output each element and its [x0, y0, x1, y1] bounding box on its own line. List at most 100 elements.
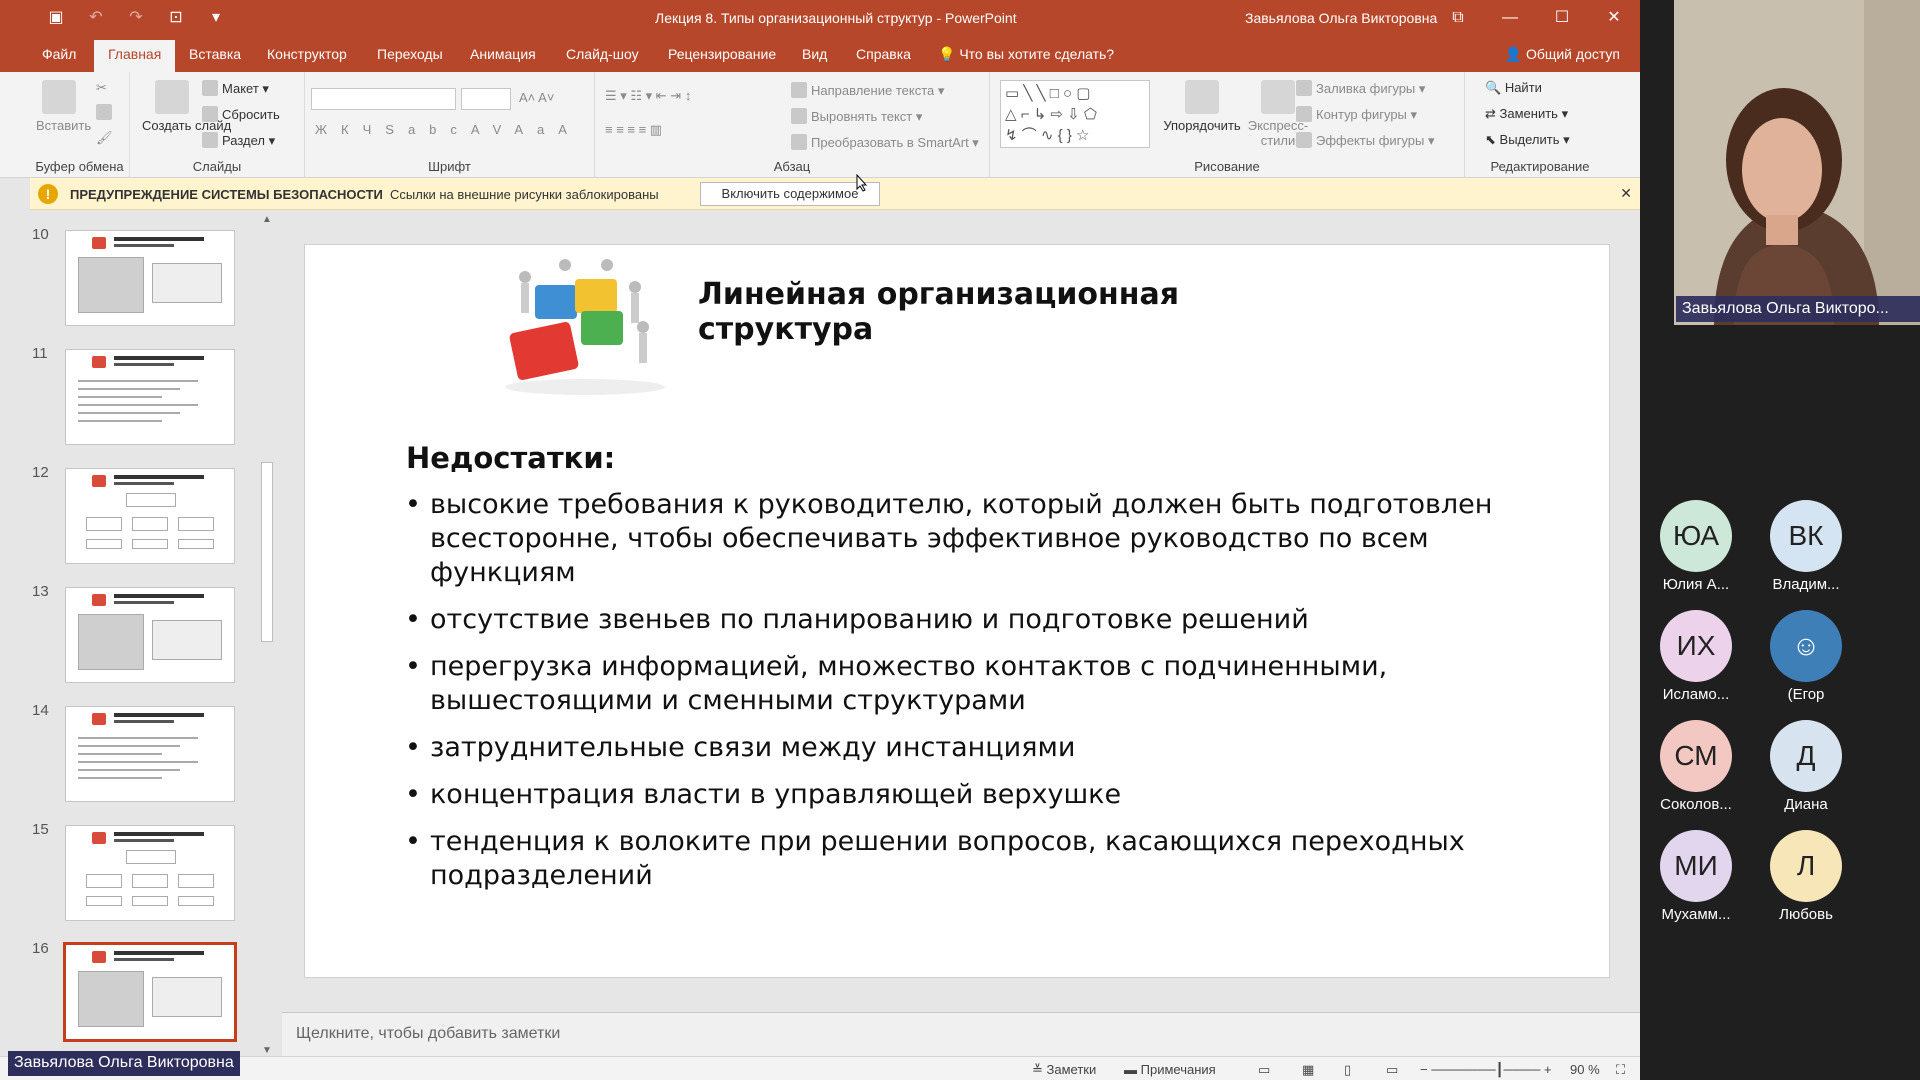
ribbon-display-options-icon[interactable]: ⧉	[1432, 0, 1484, 36]
tab-review[interactable]: Рецензирование	[668, 46, 776, 62]
underline-button[interactable]: Ч	[363, 122, 386, 137]
slideshow-view-icon[interactable]: ▭	[1386, 1062, 1398, 1078]
normal-view-icon[interactable]: ▭	[1258, 1062, 1270, 1078]
italic-button[interactable]: К	[341, 122, 363, 137]
shapes-gallery[interactable]: ▭ ╲ ╲ □ ○ ▢ △ ⌐ ↳ ⇨ ⇩ ⬠ ↯ ⌒ ∿ { } ☆	[1000, 80, 1150, 148]
tab-file[interactable]: Файл	[42, 46, 76, 62]
participant-tile[interactable]: ИХ Исламо...	[1641, 610, 1751, 710]
slide-thumbnail-preview[interactable]	[65, 349, 235, 445]
grow-font-icon[interactable]: A˄ A˅	[519, 90, 554, 105]
spacing-button[interactable]: AV	[471, 122, 514, 137]
new-slide-button[interactable]: Создать слайд	[142, 80, 231, 133]
tab-slideshow[interactable]: Слайд-шоу	[566, 46, 639, 62]
tell-me-search[interactable]: 💡 Что вы хотите сделать?	[938, 46, 1114, 63]
slide-title[interactable]: Линейная организационная структура	[698, 277, 1258, 347]
zoom-level[interactable]: 90 %	[1570, 1062, 1600, 1077]
section-button[interactable]: Раздел ▾	[202, 132, 275, 149]
bold-button[interactable]: Ж	[315, 122, 341, 137]
copy-icon[interactable]	[96, 104, 116, 120]
redo-icon[interactable]: ↷	[126, 8, 146, 28]
tab-design[interactable]: Конструктор	[267, 46, 347, 62]
close-icon[interactable]: ✕	[1588, 0, 1640, 36]
speaker-video[interactable]	[1674, 0, 1920, 325]
tab-animations[interactable]: Анимация	[470, 46, 536, 62]
customize-qat-icon[interactable]: ▾	[206, 8, 226, 28]
tab-view[interactable]: Вид	[802, 46, 827, 62]
slide-thumbnail[interactable]: 11	[30, 339, 276, 451]
current-slide[interactable]: Линейная организационная структура Недос…	[304, 244, 1610, 978]
slide-thumbnail-preview[interactable]	[65, 468, 235, 564]
smartart-button[interactable]: Преобразовать в SmartArt ▾	[791, 134, 979, 151]
layout-button[interactable]: Макет ▾	[202, 80, 269, 97]
cut-icon[interactable]: ✂	[96, 80, 107, 96]
tab-help[interactable]: Справка	[856, 46, 911, 62]
account-name[interactable]: Завьялова Ольга Викторовна	[1245, 10, 1437, 26]
scroll-down-icon[interactable]: ▼	[261, 1045, 273, 1056]
shadow-button[interactable]: S	[385, 122, 408, 137]
fit-slide-icon[interactable]: ⛶	[1616, 1062, 1625, 1078]
font-family-field[interactable]	[311, 88, 456, 110]
enable-content-button[interactable]: Включить содержимое	[700, 182, 880, 206]
maximize-icon[interactable]: ☐	[1536, 0, 1588, 36]
tab-insert[interactable]: Вставка	[189, 46, 241, 62]
font-color-button[interactable]: A	[558, 122, 581, 137]
shape-outline-button[interactable]: Контур фигуры ▾	[1296, 106, 1417, 123]
shape-effects-button[interactable]: Эффекты фигуры ▾	[1296, 132, 1434, 149]
strikethrough-button[interactable]: abc	[408, 122, 471, 137]
bullet-item[interactable]: концентрация власти в управляющей верхуш…	[405, 778, 1535, 812]
slide-subtitle[interactable]: Недостатки:	[406, 441, 615, 475]
slide-thumbnail-preview[interactable]	[65, 587, 235, 683]
slide-thumbnail-preview[interactable]	[65, 230, 235, 326]
start-slideshow-icon[interactable]: ⊡	[166, 8, 186, 28]
reading-view-icon[interactable]: ▯	[1344, 1062, 1351, 1078]
scroll-up-icon[interactable]: ▲	[261, 214, 273, 225]
align-text-button[interactable]: Выровнять текст ▾	[791, 108, 922, 125]
find-button[interactable]: 🔍 Найти	[1485, 80, 1542, 96]
align-icons[interactable]: ≡ ≡ ≡ ≡ ▥	[605, 122, 662, 138]
format-painter-icon[interactable]: 🖌	[96, 130, 113, 146]
tab-home[interactable]: Главная	[94, 40, 176, 72]
participant-tile[interactable]: ВК Владим...	[1751, 500, 1861, 600]
close-warning-icon[interactable]: ✕	[1620, 185, 1632, 202]
paste-button[interactable]: Вставить	[36, 80, 91, 133]
slide-thumbnail[interactable]: 12	[30, 458, 276, 570]
slide-thumbnail[interactable]: 13	[30, 577, 276, 689]
bullet-item[interactable]: тенденция к волоките при решении вопросо…	[405, 825, 1535, 893]
share-button[interactable]: 👤 Общий доступ	[1505, 46, 1620, 63]
arrange-button[interactable]: Упорядочить	[1162, 80, 1242, 133]
select-button[interactable]: ⬉ Выделить ▾	[1485, 132, 1570, 148]
slide-sorter-icon[interactable]: ▦	[1302, 1062, 1314, 1078]
zoom-slider[interactable]: − ───────┃──── +	[1420, 1062, 1552, 1078]
replace-button[interactable]: ⇄ Заменить ▾	[1485, 106, 1568, 122]
bullet-item[interactable]: высокие требования к руководителю, котор…	[405, 488, 1535, 590]
text-direction-button[interactable]: Направление текста ▾	[791, 82, 944, 99]
font-size-field[interactable]	[461, 88, 511, 110]
participant-tile[interactable]: СМ Соколов...	[1641, 720, 1751, 820]
bullet-item[interactable]: отсутствие звеньев по планированию и под…	[405, 603, 1535, 637]
bullet-item[interactable]: затруднительные связи между инстанциями	[405, 731, 1535, 765]
slide-thumbnail[interactable]: 16	[30, 934, 276, 1046]
participant-tile[interactable]: Д Диана	[1751, 720, 1861, 820]
scrollbar-thumb[interactable]	[261, 462, 273, 642]
participant-tile[interactable]: МИ Мухамм...	[1641, 830, 1751, 930]
participant-tile[interactable]: ЮА Юлия А...	[1641, 500, 1751, 600]
save-icon[interactable]: ▣	[46, 8, 66, 28]
slide-thumbnail-preview[interactable]	[65, 825, 235, 921]
change-case-button[interactable]: Aa	[514, 122, 558, 137]
notes-pane[interactable]: Щелкните, чтобы добавить заметки	[282, 1012, 1640, 1056]
slide-thumbnail[interactable]: 10	[30, 220, 276, 332]
participant-tile[interactable]: Л Любовь	[1751, 830, 1861, 930]
slide-thumbnail[interactable]: 15	[30, 815, 276, 927]
minimize-icon[interactable]: —	[1484, 0, 1536, 36]
bullet-list[interactable]: высокие требования к руководителю, котор…	[405, 488, 1535, 906]
comments-toggle[interactable]: ▬ Примечания	[1124, 1062, 1216, 1077]
slide-thumbnail-preview[interactable]	[65, 706, 235, 802]
font-format-buttons[interactable]: ЖКЧSabcAVAaA	[315, 122, 581, 137]
notes-toggle[interactable]: ≚ Заметки	[1032, 1062, 1096, 1078]
reset-button[interactable]: Сбросить	[202, 106, 280, 122]
tab-transitions[interactable]: Переходы	[377, 46, 443, 62]
participant-tile[interactable]: ☺ (Егор	[1751, 610, 1861, 710]
bullets-icon[interactable]: ☰ ▾ ☷ ▾ ⇤ ⇥ ↕	[605, 88, 691, 104]
slide-thumbnail[interactable]: 14	[30, 696, 276, 808]
bullet-item[interactable]: перегрузка информацией, множество контак…	[405, 650, 1535, 718]
